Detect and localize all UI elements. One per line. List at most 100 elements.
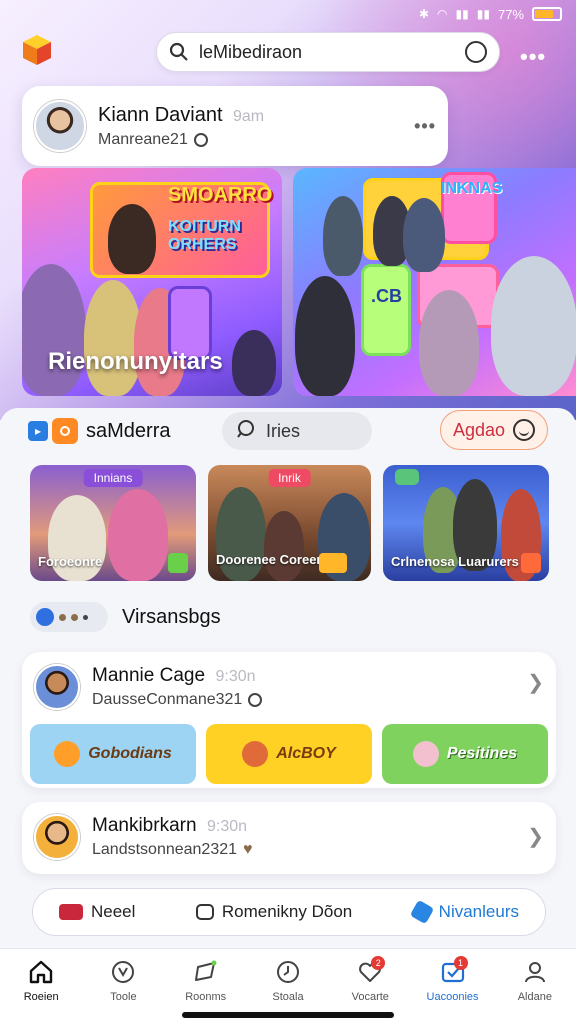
nav-label: Stoala xyxy=(272,991,304,1003)
action-button-1[interactable]: Neeel xyxy=(59,902,135,922)
bluetooth-icon: ✱ xyxy=(418,7,430,21)
person-illustration xyxy=(108,204,156,274)
hero-sign-1: SMOARRO xyxy=(168,184,273,206)
thumbnail-tag: Inrik xyxy=(268,469,311,487)
action-label-1: Neeel xyxy=(91,902,136,921)
chevron-right-icon[interactable]: ❯ xyxy=(527,824,544,849)
section2-toggle[interactable] xyxy=(30,602,108,632)
card-name: Mankibrkarn xyxy=(92,815,197,836)
shield-icon xyxy=(36,608,54,626)
thumbnail-tag: Innians xyxy=(83,469,143,487)
check-icon xyxy=(248,693,263,707)
person-illustration xyxy=(491,256,576,396)
sticker-button[interactable]: AlcBOY xyxy=(206,724,372,784)
section-title: saMderra xyxy=(86,419,171,442)
nav-label: Uacoonies xyxy=(426,991,479,1003)
home-indicator xyxy=(182,1012,394,1018)
hero-poster xyxy=(361,264,411,356)
action-button-2[interactable]: Romenikny Dõon xyxy=(195,902,353,922)
profile-time: 9am xyxy=(232,107,265,125)
nav-label: Toole xyxy=(110,991,137,1003)
nav-label: Vocarte xyxy=(351,991,389,1003)
sticker-label: Gobodians xyxy=(88,745,172,762)
search-input[interactable] xyxy=(199,41,455,63)
user-icon xyxy=(524,962,545,983)
signal-icon-2: ▮▮ xyxy=(476,7,490,21)
person-illustration xyxy=(419,290,479,396)
card-more-icon[interactable]: ••• xyxy=(414,116,436,137)
section2-title: Virsansbgs xyxy=(122,605,221,628)
signal-icon: ▮▮ xyxy=(455,7,469,21)
thumbnail-card[interactable]: Inrik Doorenee Coreers xyxy=(208,465,371,581)
wifi-icon: ◠ xyxy=(437,7,448,21)
voice-search-icon[interactable] xyxy=(465,41,487,63)
thumbnail-card[interactable]: Crlnenosa Luarurers xyxy=(383,465,549,581)
person-illustration xyxy=(108,489,168,581)
sticker-button[interactable]: Gobodians xyxy=(30,724,196,784)
thumbnail-label: Foroeonre xyxy=(38,553,103,569)
hero-sign-3: INKNAS xyxy=(441,180,503,197)
list-card[interactable]: Mankibrkarn 9:30n Landstsonnean2321 ♥ ❯ xyxy=(22,802,556,874)
thumbnail-label: Crlnenosa Luarurers xyxy=(391,553,519,569)
pin-icon xyxy=(54,741,81,767)
nav-explore[interactable]: Toole xyxy=(88,959,158,1024)
notification-badge: 1 xyxy=(453,956,468,970)
avatar xyxy=(34,814,80,860)
action-label-2: Romenikny Dõon xyxy=(221,902,353,921)
card-time: 9:30n xyxy=(207,818,248,835)
section2-header: Virsansbgs xyxy=(30,602,221,632)
video-icon xyxy=(59,904,83,920)
section-header: ▸ saMderra Iries Agdao xyxy=(28,410,550,452)
badge-icon xyxy=(521,553,541,573)
sticker-label: Pesitines xyxy=(446,745,518,762)
action-chip-label: Agdao xyxy=(452,419,506,440)
thumbnail-card[interactable]: Innians Foroeonre xyxy=(30,465,196,581)
person-illustration xyxy=(232,330,276,396)
action-chip[interactable]: Agdao xyxy=(440,410,548,450)
nav-home[interactable]: Roeien xyxy=(6,959,76,1024)
list-card[interactable]: Mannie Cage 9:30n DausseConmane321 ❯ Gob… xyxy=(22,652,556,788)
card-time: 9:30n xyxy=(215,668,256,685)
avatar xyxy=(34,664,80,710)
profile-subtitle: Manreane21 xyxy=(98,130,188,148)
thumbnail-label: Doorenee Coreers xyxy=(216,551,329,567)
profile-card[interactable]: Kiann Daviant 9am Manreane21 ••• xyxy=(22,86,448,166)
face-icon xyxy=(412,741,439,767)
person-illustration xyxy=(295,276,355,396)
hero-banner-right[interactable]: INKNAS .CB xyxy=(293,168,576,396)
more-options-icon[interactable]: ••• xyxy=(520,44,546,70)
heart-icon: ♥ xyxy=(243,841,253,858)
nav-inbox[interactable]: 1 Uacoonies xyxy=(418,956,488,1024)
hero-caption: Rienonunyitars xyxy=(48,348,223,375)
hero-sign-4: .CB xyxy=(371,286,402,306)
chevron-right-icon[interactable]: ❯ xyxy=(527,670,544,695)
action-button-3[interactable]: Nivanleurs xyxy=(409,899,519,925)
sticker-button[interactable]: Pesitines xyxy=(382,724,548,784)
app-logo[interactable] xyxy=(22,34,52,66)
compass-icon xyxy=(112,961,135,983)
person-illustration xyxy=(22,264,86,396)
send-icon xyxy=(194,960,217,981)
search-bar[interactable] xyxy=(156,32,500,72)
home-icon xyxy=(29,960,53,984)
action-bar: Neeel Romenikny Dõon Nivanleurs xyxy=(32,888,546,936)
search-chip[interactable]: Iries xyxy=(222,412,372,450)
play-icon: ▸ xyxy=(28,421,48,441)
person-illustration xyxy=(403,198,445,272)
card-subtitle: DausseConmane321 xyxy=(92,691,243,708)
chat-icon xyxy=(195,904,214,920)
card-name: Mannie Cage xyxy=(92,665,206,686)
badge-icon xyxy=(168,553,188,573)
nav-profile[interactable]: Aldane xyxy=(500,959,570,1024)
action-label-3: Nivanleurs xyxy=(438,902,519,921)
sticker-label: AlcBOY xyxy=(276,745,336,762)
status-bar: ✱ ◠ ▮▮ ▮▮ 77% xyxy=(419,4,562,24)
search-icon xyxy=(169,42,189,62)
chat-icon xyxy=(52,418,78,444)
card-subtitle: Landstsonnean2321 xyxy=(92,841,238,858)
hero-banner-left[interactable]: SMOARRO KOITURN ORHERS Rienonunyitars xyxy=(22,168,282,396)
avatar[interactable] xyxy=(34,100,86,152)
clock-icon xyxy=(193,132,208,147)
nav-label: Aldane xyxy=(517,991,552,1003)
thumbnail-tag xyxy=(395,469,419,485)
